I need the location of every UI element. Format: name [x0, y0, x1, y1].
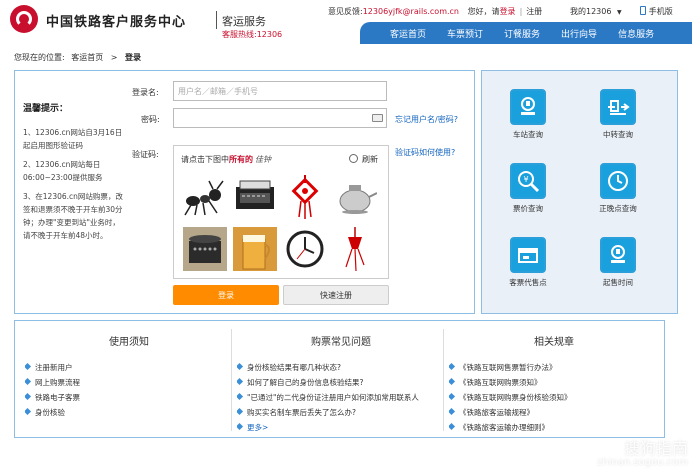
quick-register-button[interactable]: 快速注册 — [283, 285, 389, 305]
tips-title: 温馨提示： — [23, 104, 69, 114]
breadcrumb-current: 登录 — [125, 53, 142, 62]
svg-text:¥: ¥ — [523, 175, 528, 184]
railway-logo[interactable] — [10, 5, 38, 33]
top-links: 意见反馈:12306yjfk@rails.com.cn 您好，请登录 | 注册 — [328, 7, 543, 16]
login-button[interactable]: 登录 — [173, 285, 279, 305]
regulations-title: 相关规章 — [534, 337, 574, 348]
fare-icon: ¥ — [510, 163, 546, 199]
captcha-image-old-typewriter[interactable] — [182, 226, 228, 272]
register-link[interactable]: 注册 — [526, 7, 542, 16]
username-label: 登录名: — [132, 88, 159, 97]
nav-item-info[interactable]: 信息服务 — [618, 27, 654, 40]
nav-item-guide[interactable]: 出行向导 — [561, 27, 597, 40]
sale-time-icon — [600, 237, 636, 273]
service-title: 客运服务 — [222, 15, 266, 28]
login-link[interactable]: 登录 — [500, 7, 516, 16]
tip-item: 2、12306.cn网站每日06:00~23:00提供服务 — [23, 160, 103, 182]
list-item[interactable]: "已通过"的二代身份证注册用户如何添加常用联系人 — [237, 390, 445, 405]
list-item[interactable]: 《铁路互联网购票身份核验须知》 — [449, 390, 659, 405]
nav-item-home[interactable]: 客运首页 — [390, 27, 426, 40]
list-item[interactable]: 《铁路互联网售票暂行办法》 — [449, 360, 659, 375]
ticket-agency-icon — [510, 237, 546, 273]
keyboard-icon[interactable] — [372, 114, 383, 122]
list-item[interactable]: 铁路电子客票 — [25, 390, 233, 405]
hotline: 客服热线:12306 — [222, 30, 283, 39]
captcha-image-clock[interactable] — [282, 226, 328, 272]
list-item[interactable]: 《铁路互联网购票须知》 — [449, 375, 659, 390]
captcha-word: 佳钟 — [255, 155, 271, 164]
service-delay-query[interactable]: 正晚点查询 — [588, 163, 648, 214]
tips: 温馨提示： 1、12306.cn网站自3月16日起启用图形验证码 2、12306… — [23, 101, 123, 248]
tip-item: 3、在12306.cn网站购票，改签和退票须不晚于开车前30分钟；办理"变更到站… — [23, 192, 123, 240]
tip-item: 1、12306.cn网站自3月16日起启用图形验证码 — [23, 128, 123, 150]
nav-item-tickets[interactable]: 车票预订 — [447, 27, 483, 40]
captcha-image-chinese-knot[interactable] — [282, 174, 328, 220]
divider — [216, 11, 217, 29]
captcha-image-beer[interactable] — [232, 226, 278, 272]
password-label: 密码: — [141, 115, 160, 124]
transfer-icon — [600, 89, 636, 125]
password-input[interactable] — [173, 108, 387, 128]
captcha-box: 请点击下图中所有的 佳钟 刷新 — [173, 145, 389, 279]
phone-icon — [640, 6, 647, 15]
feedback-label: 意见反馈: — [328, 7, 363, 16]
station-icon — [510, 89, 546, 125]
regulations: 相关规章 《铁路互联网售票暂行办法》 《铁路互联网购票须知》 《铁路互联网购票身… — [449, 321, 659, 439]
list-item[interactable]: 身份核验 — [25, 405, 233, 420]
usage-notes-title: 使用须知 — [109, 337, 149, 348]
refresh-button[interactable]: 刷新 — [349, 154, 378, 165]
faq: 购票常见问题 身份核验结果有哪几种状态? 如何了解自己的身份信息核验结果? "已… — [237, 321, 445, 439]
list-item[interactable]: 身份核验结果有哪几种状态? — [237, 360, 445, 375]
breadcrumb-sep: > — [110, 53, 118, 62]
usage-notes: 使用须知 注册新用户 网上购票流程 铁路电子客票 身份核验 — [25, 321, 233, 439]
main-nav: 客运首页 车票预订 订餐服务 出行向导 信息服务 — [360, 22, 692, 44]
list-item[interactable]: 《铁路旅客运输规程》 — [449, 405, 659, 420]
top-right: 我的12306 ▼ 手机版 — [570, 6, 673, 17]
list-item[interactable]: 注册新用户 — [25, 360, 233, 375]
more-link[interactable]: 更多> — [237, 420, 445, 435]
service-station-query[interactable]: 车站查询 — [498, 89, 558, 140]
captcha-image-ant[interactable] — [182, 174, 228, 220]
captcha-image-kettle[interactable] — [332, 174, 378, 220]
faq-title: 购票常见问题 — [311, 337, 371, 348]
breadcrumb-home[interactable]: 客运首页 — [71, 53, 103, 62]
list-item[interactable]: 《铁路旅客运输办理细则》 — [449, 420, 659, 435]
watermark: 搜狗指南 zhinan.sogou.com — [596, 439, 688, 468]
list-item[interactable]: 如何了解自己的身份信息核验结果? — [237, 375, 445, 390]
feedback-email-link[interactable]: 12306yjfk@rails.com.cn — [363, 7, 459, 16]
captcha-help-link[interactable]: 验证码如何使用? — [395, 147, 455, 158]
divider — [443, 329, 444, 431]
service-sale-time[interactable]: 起售时间 — [588, 237, 648, 288]
service-transfer-query[interactable]: 中转查询 — [588, 89, 648, 140]
captcha-prompt: 请点击下图中所有的 佳钟 — [181, 155, 271, 164]
nav-item-meals[interactable]: 订餐服务 — [504, 27, 540, 40]
service-fare-query[interactable]: ¥ 票价查询 — [498, 163, 558, 214]
refresh-icon — [349, 154, 358, 163]
chevron-down-icon[interactable]: ▼ — [617, 9, 622, 16]
breadcrumb: 您现在的位置: 客运首页 > 登录 — [14, 52, 141, 63]
my12306-menu[interactable]: 我的12306 — [570, 7, 611, 16]
header: 中国铁路客户服务中心 客运服务 客服热线:12306 意见反馈:12306yjf… — [0, 0, 692, 44]
captcha-image-typewriter[interactable] — [232, 174, 278, 220]
list-item[interactable]: 网上购票流程 — [25, 375, 233, 390]
services-panel: 车站查询 中转查询 ¥ 票价查询 正晚点查询 客票代售点 起售时间 — [481, 70, 678, 314]
clock-icon — [600, 163, 636, 199]
breadcrumb-label: 您现在的位置: — [14, 53, 65, 62]
list-item[interactable]: 购买实名制车票后丢失了怎么办? — [237, 405, 445, 420]
captcha-image-red-ornament[interactable] — [332, 226, 378, 272]
greeting: 您好，请 — [467, 7, 500, 16]
brand-title: 中国铁路客户服务中心 — [46, 15, 187, 30]
forgot-password-link[interactable]: 忘记用户名/密码? — [395, 114, 458, 125]
login-panel: 温馨提示： 1、12306.cn网站自3月16日起启用图形验证码 2、12306… — [14, 70, 475, 314]
info-panel: 使用须知 注册新用户 网上购票流程 铁路电子客票 身份核验 购票常见问题 身份核… — [14, 320, 665, 438]
captcha-label: 验证码: — [132, 150, 159, 159]
mobile-link[interactable]: 手机版 — [649, 7, 673, 16]
service-ticket-agency[interactable]: 客票代售点 — [498, 237, 558, 288]
divider — [231, 329, 232, 431]
username-input[interactable]: 用户名／邮箱／手机号 — [173, 81, 387, 101]
